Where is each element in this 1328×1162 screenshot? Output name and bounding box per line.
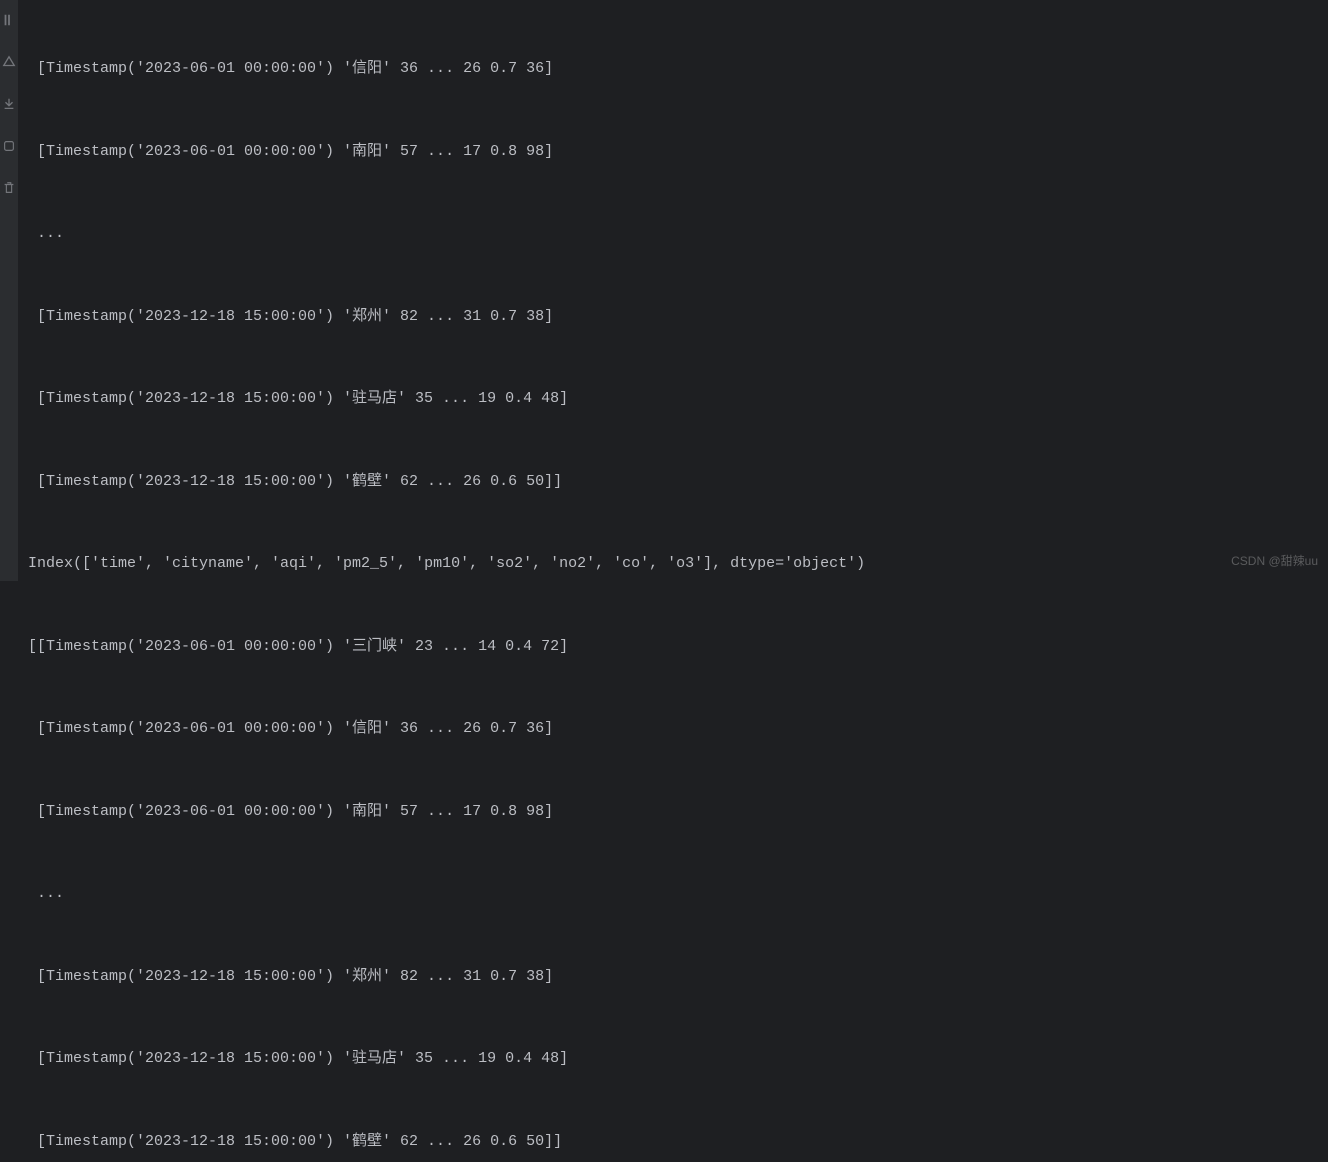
output-line: [Timestamp('2023-12-18 15:00:00') '鹤壁' 6…: [28, 1128, 1328, 1156]
output-line: [Timestamp('2023-06-01 00:00:00') '南阳' 5…: [28, 798, 1328, 826]
output-line: [Timestamp('2023-12-18 15:00:00') '鹤壁' 6…: [28, 468, 1328, 496]
output-line: [Timestamp('2023-12-18 15:00:00') '驻马店' …: [28, 1045, 1328, 1073]
output-line: [Timestamp('2023-06-01 00:00:00') '南阳' 5…: [28, 138, 1328, 166]
watermark: CSDN @甜辣uu: [1231, 548, 1318, 576]
tool-sidebar: [0, 0, 18, 581]
output-line: [Timestamp('2023-12-18 15:00:00') '郑州' 8…: [28, 963, 1328, 991]
sidebar-icon-2[interactable]: [2, 52, 16, 66]
output-line: ...: [28, 880, 1328, 908]
output-line: [Timestamp('2023-06-01 00:00:00') '信阳' 3…: [28, 715, 1328, 743]
output-line: [Timestamp('2023-12-18 15:00:00') '驻马店' …: [28, 385, 1328, 413]
output-line: Index(['time', 'cityname', 'aqi', 'pm2_5…: [28, 550, 1328, 578]
console-output: [Timestamp('2023-06-01 00:00:00') '信阳' 3…: [18, 0, 1328, 1162]
download-icon[interactable]: [2, 94, 16, 108]
sidebar-icon-4[interactable]: [2, 136, 16, 150]
output-line: [Timestamp('2023-12-18 15:00:00') '郑州' 8…: [28, 303, 1328, 331]
sidebar-icon-1[interactable]: [2, 10, 16, 24]
output-line: ...: [28, 220, 1328, 248]
trash-icon[interactable]: [2, 178, 16, 192]
output-line: [[Timestamp('2023-06-01 00:00:00') '三门峡'…: [28, 633, 1328, 661]
output-line: [Timestamp('2023-06-01 00:00:00') '信阳' 3…: [28, 55, 1328, 83]
